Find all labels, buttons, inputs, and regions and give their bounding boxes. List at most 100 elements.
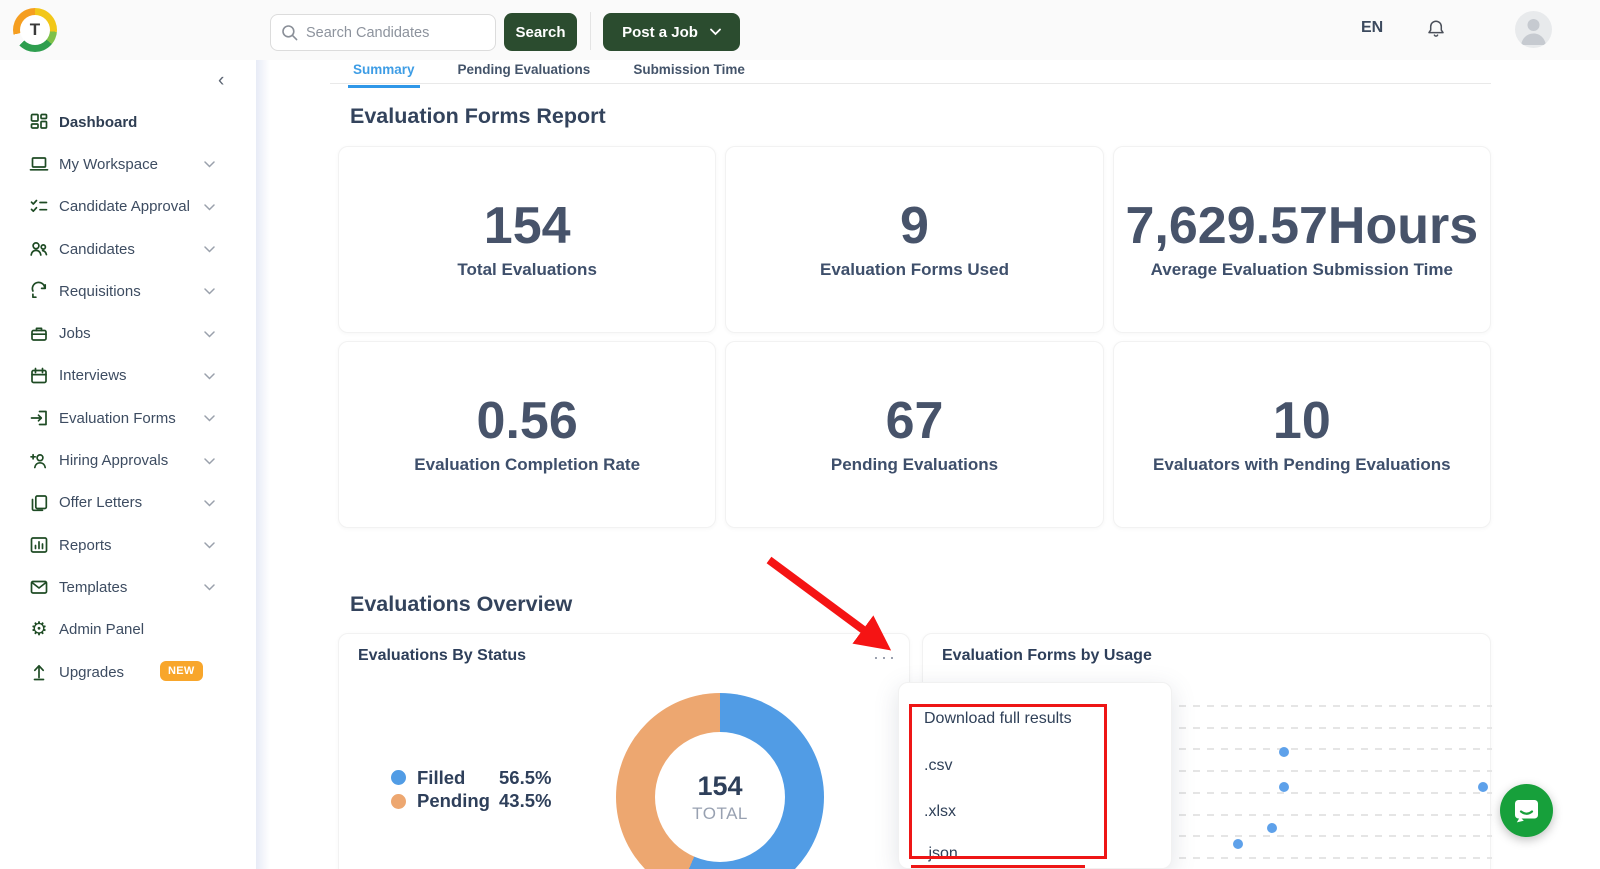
stat-value: 67 [886,394,944,449]
sidebar-item-label: Candidates [59,241,135,258]
scatter-gridline [1179,727,1492,729]
new-badge: NEW [160,661,203,681]
scatter-point [1279,782,1289,792]
sidebar-item-jobs[interactable]: Jobs [0,312,256,354]
search-input[interactable] [306,25,485,41]
stat-label: Evaluation Forms Used [820,260,1009,280]
sidebar-item-reports[interactable]: Reports [0,524,256,566]
chevron-down-icon [204,578,215,596]
chevron-down-icon [204,452,215,470]
sidebar-collapse-icon[interactable]: ‹ [218,70,224,92]
laptop-icon [28,154,50,174]
checklist-icon [28,197,50,217]
legend-value: 43.5% [499,790,551,812]
sidebar-item-label: Requisitions [59,283,141,300]
page-title: Evaluation Forms Report [350,104,606,129]
stats-grid: 154 Total Evaluations 9 Evaluation Forms… [338,146,1491,528]
chevron-down-icon [710,28,721,36]
person-add-icon [28,451,50,471]
menu-item-xlsx[interactable]: .xlsx [924,803,956,821]
app-logo[interactable]: T [13,8,57,52]
stat-value: 7,629.57Hours [1126,199,1479,254]
topbar: T Search Post a Job EN [0,0,1600,60]
chevron-down-icon [204,155,215,173]
scatter-plot [1179,705,1492,857]
people-icon [28,239,50,259]
annotation-highlight-box-2 [911,865,1085,868]
scatter-point [1267,823,1277,833]
donut-total-value: 154 [697,771,742,802]
stat-card-avg-submission-time: 7,629.57Hours Average Evaluation Submiss… [1113,146,1491,333]
scatter-point [1233,839,1243,849]
chevron-down-icon [204,198,215,216]
post-a-job-label: Post a Job [622,24,698,41]
menu-item-json[interactable]: .json [924,845,958,863]
stat-label: Total Evaluations [457,260,597,280]
chat-widget-button[interactable] [1500,784,1553,837]
sidebar-item-my-workspace[interactable]: My Workspace [0,143,256,185]
stat-card-forms-used: 9 Evaluation Forms Used [725,146,1103,333]
sidebar-item-label: Hiring Approvals [59,452,168,469]
sidebar-item-templates[interactable]: Templates [0,566,256,608]
refresh-cycle-icon [28,281,50,301]
search-box[interactable] [270,14,496,51]
chevron-down-icon [204,494,215,512]
legend-value: 56.5% [499,767,551,789]
stat-label: Pending Evaluations [831,455,998,475]
evaluations-by-status-card: Evaluations By Status ··· Filled 56.5% P… [338,633,910,869]
sidebar-nav: Dashboard My Workspace Candidate Approva… [0,101,256,693]
scatter-gridline [1179,814,1492,816]
calendar-icon [28,366,50,386]
card-options-menu-icon[interactable]: ··· [873,648,897,666]
menu-item-csv[interactable]: .csv [924,757,952,775]
sidebar-item-requisitions[interactable]: Requisitions [0,270,256,312]
chevron-down-icon [204,325,215,343]
donut-legend: Filled 56.5% Pending 43.5% [391,766,551,813]
sidebar-shadow [256,60,270,869]
stat-value: 0.56 [477,394,578,449]
language-switcher[interactable]: EN [1361,19,1383,37]
chevron-down-icon [204,282,215,300]
donut-ring: 154 TOTAL [616,693,824,869]
download-menu-header: Download full results [924,710,1072,728]
scatter-gridline [1179,770,1492,772]
filled-legend-dot [391,770,406,785]
envelope-icon [28,577,50,597]
sidebar-item-label: Candidate Approval [59,198,190,215]
scatter-point [1279,747,1289,757]
sidebar-item-label: My Workspace [59,156,158,173]
sidebar-item-candidate-approval[interactable]: Candidate Approval [0,186,256,228]
search-button[interactable]: Search [504,13,577,51]
donut-total-label: TOTAL [692,804,748,824]
arrow-up-icon [28,662,50,682]
sidebar-item-admin-panel[interactable]: ⚙ Admin Panel [0,609,256,651]
stat-card-evaluators-pending: 10 Evaluators with Pending Evaluations [1113,341,1491,528]
sidebar-item-upgrades[interactable]: Upgrades NEW [0,651,256,693]
stat-value: 10 [1273,394,1331,449]
stat-label: Evaluators with Pending Evaluations [1153,455,1451,475]
documents-icon [28,493,50,513]
chevron-down-icon [204,367,215,385]
sidebar-item-offer-letters[interactable]: Offer Letters [0,482,256,524]
scatter-gridline [1179,835,1492,837]
scatter-point [1478,782,1488,792]
stat-card-completion-rate: 0.56 Evaluation Completion Rate [338,341,716,528]
dashboard-grid-icon [28,112,50,132]
sidebar-item-candidates[interactable]: Candidates [0,228,256,270]
user-avatar[interactable] [1515,11,1552,48]
sidebar-item-label: Jobs [59,325,91,342]
post-a-job-button[interactable]: Post a Job [603,13,740,51]
sidebar-item-hiring-approvals[interactable]: Hiring Approvals [0,439,256,481]
card-title: Evaluations By Status [358,647,526,665]
stat-label: Average Evaluation Submission Time [1151,260,1453,280]
download-menu: Download full results .csv .xlsx .json [898,682,1172,869]
sidebar-item-dashboard[interactable]: Dashboard [0,101,256,143]
notifications-bell-icon[interactable] [1426,18,1446,46]
app-logo-letter: T [20,15,50,45]
briefcase-icon [28,324,50,344]
sidebar-item-interviews[interactable]: Interviews [0,355,256,397]
stat-label: Evaluation Completion Rate [414,455,640,475]
sidebar-item-label: Interviews [59,367,127,384]
sidebar-item-label: Dashboard [59,114,137,131]
sidebar-item-evaluation-forms[interactable]: Evaluation Forms [0,397,256,439]
